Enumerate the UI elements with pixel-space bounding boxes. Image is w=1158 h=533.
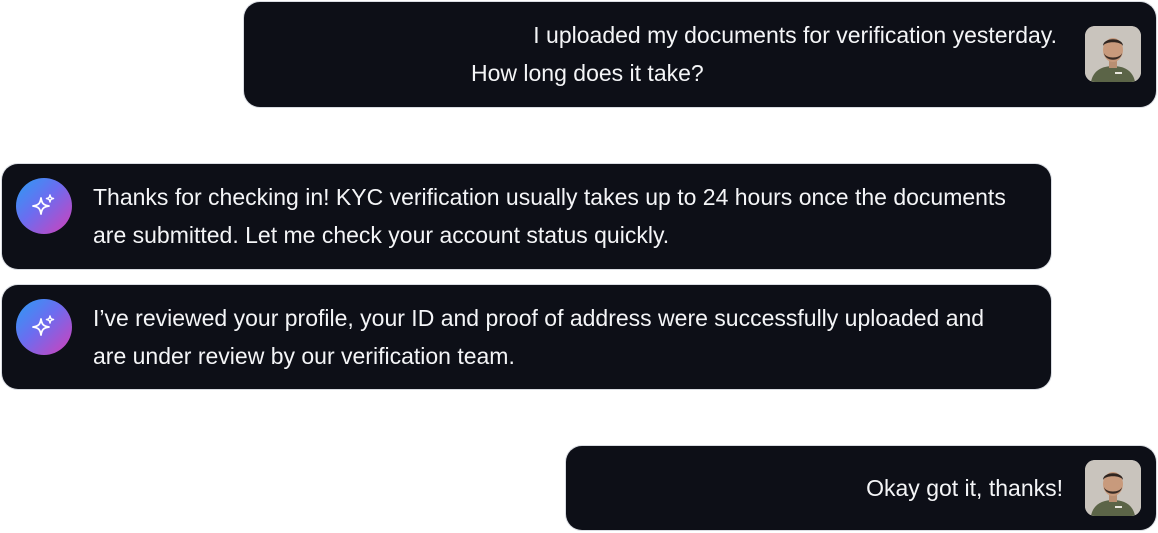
assistant-message-text: I’ve reviewed your profile, your ID and …: [93, 305, 985, 369]
sparkle-icon: [16, 299, 72, 355]
sparkle-icon: [16, 178, 72, 234]
assistant-message-text: Thanks for checking in! KYC verification…: [93, 184, 1006, 248]
user-avatar: [1085, 460, 1141, 516]
user-message-bubble: I uploaded my documents for verification…: [244, 2, 1156, 107]
user-message-bubble: Okay got it, thanks!: [566, 446, 1156, 530]
user-message-text: How long does it take?: [471, 60, 704, 86]
user-avatar: [1085, 26, 1141, 82]
assistant-message-bubble: I’ve reviewed your profile, your ID and …: [2, 285, 1051, 389]
user-message-text: Okay got it, thanks!: [866, 475, 1063, 501]
chat-thread: I uploaded my documents for verification…: [0, 0, 1158, 533]
assistant-message-bubble: Thanks for checking in! KYC verification…: [2, 164, 1051, 269]
user-message-text: I uploaded my documents for verification…: [533, 22, 1057, 48]
